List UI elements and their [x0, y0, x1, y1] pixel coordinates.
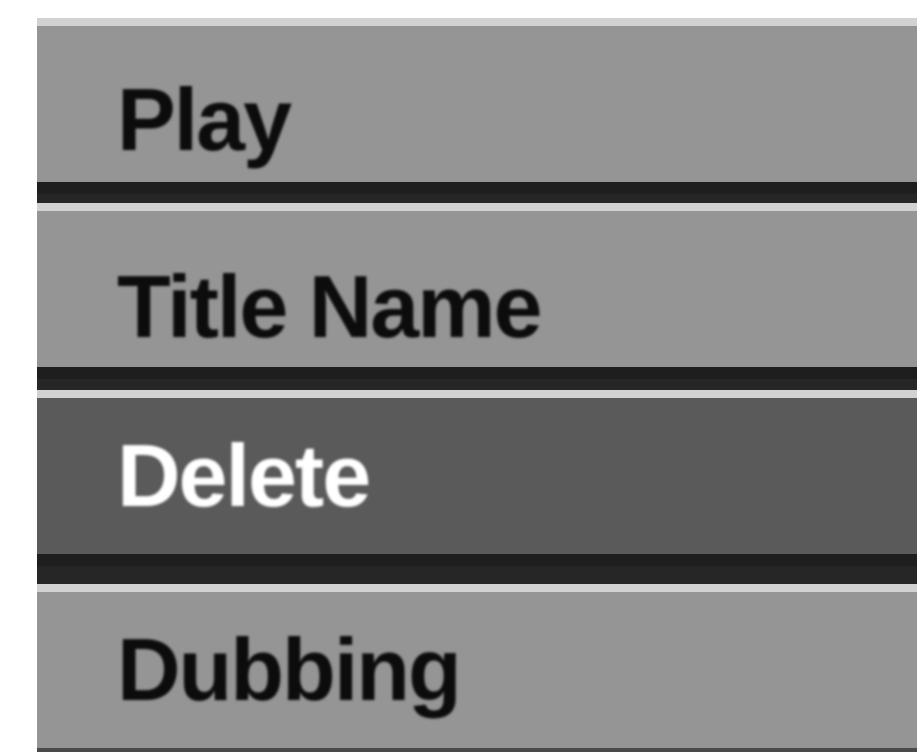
context-menu: Play Title Name Delete Dubbing — [37, 18, 917, 752]
menu-item-delete[interactable]: Delete — [37, 390, 917, 566]
menu-item-dubbing[interactable]: Dubbing — [37, 584, 917, 752]
menu-item-label: Play — [117, 70, 292, 169]
menu-item-play[interactable]: Play — [37, 18, 917, 194]
menu-item-title-name[interactable]: Title Name — [37, 203, 917, 379]
menu-item-label: Title Name — [117, 257, 542, 356]
menu-item-label: Delete — [117, 426, 371, 525]
menu-item-label: Dubbing — [117, 620, 462, 719]
